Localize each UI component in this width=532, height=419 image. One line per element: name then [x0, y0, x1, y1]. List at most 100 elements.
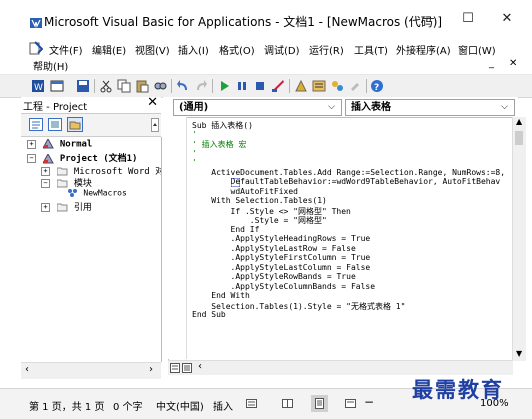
- expand-toggle[interactable]: +: [41, 203, 50, 212]
- project-explorer-header: 工程 - Project ✕: [21, 95, 161, 114]
- menu-format[interactable]: 格式(O): [219, 42, 255, 57]
- project-close-button[interactable]: ✕: [147, 95, 158, 110]
- tree-node-references[interactable]: + 引用: [41, 200, 92, 213]
- scroll-left-icon[interactable]: ‹: [25, 364, 29, 375]
- scroll-left-icon[interactable]: ‹: [198, 361, 202, 372]
- scroll-right-icon[interactable]: ›: [149, 364, 153, 375]
- insert-mode[interactable]: 插入: [213, 398, 233, 413]
- toolbox-icon[interactable]: [348, 79, 362, 93]
- menu-edit[interactable]: 编辑(E): [92, 42, 126, 57]
- collapse-toggle[interactable]: −: [27, 154, 36, 163]
- view-code-icon[interactable]: [29, 118, 43, 131]
- break-icon[interactable]: [235, 79, 249, 93]
- code-margin: [168, 117, 187, 359]
- object-combo-value: (通用): [179, 102, 209, 113]
- menu-debug[interactable]: 调试(D): [264, 42, 300, 57]
- redo-icon[interactable]: [194, 79, 208, 93]
- code-line[interactable]: ActiveDocument.Tables.Add Range:=Selecti…: [192, 168, 510, 177]
- folder-open-icon: [56, 179, 68, 188]
- collapse-toggle[interactable]: −: [41, 179, 50, 188]
- object-combo[interactable]: (通用) ⌵: [173, 99, 342, 116]
- view-word-icon[interactable]: W: [31, 79, 45, 93]
- toggle-folders-icon[interactable]: [67, 117, 83, 132]
- tree-node-newmacros[interactable]: NewMacros: [67, 188, 127, 199]
- code-line[interactable]: .ApplyStyleLastColumn = False: [192, 263, 371, 272]
- read-mode-icon[interactable]: [282, 398, 293, 409]
- reset-icon[interactable]: [253, 79, 267, 93]
- zoom-out-button[interactable]: −: [364, 395, 374, 409]
- minimize-button[interactable]: —: [418, 10, 438, 28]
- code-line[interactable]: End If: [192, 225, 260, 234]
- insert-userform-icon[interactable]: [50, 79, 64, 93]
- full-module-view-icon[interactable]: [182, 363, 192, 373]
- close-button[interactable]: ✕: [497, 10, 517, 28]
- code-line[interactable]: .ApplyStyleRowBands = True: [192, 272, 356, 281]
- project-hscrollbar[interactable]: ‹ ›: [21, 362, 161, 379]
- code-line[interactable]: .ApplyStyleColumnBands = False: [192, 282, 376, 291]
- save-icon[interactable]: [76, 79, 90, 93]
- word-count: 0 个字: [113, 402, 143, 413]
- expand-toggle[interactable]: +: [27, 139, 36, 149]
- code-line[interactable]: ' 插入表格 宏: [192, 139, 246, 150]
- language-indicator[interactable]: 中文(中国): [156, 398, 204, 413]
- procedure-view-icon[interactable]: [170, 363, 180, 373]
- tree-node-normal[interactable]: + Normal: [27, 137, 92, 150]
- scroll-up-icon[interactable]: [151, 118, 159, 132]
- code-line[interactable]: With Selection.Tables(1): [192, 196, 327, 205]
- expand-toggle[interactable]: +: [41, 167, 50, 176]
- toolbar-separator: [171, 79, 172, 93]
- standard-toolbar: W ?: [0, 74, 532, 98]
- code-line[interactable]: End Sub: [192, 310, 226, 319]
- undo-icon[interactable]: [176, 79, 190, 93]
- code-vscrollbar[interactable]: ▲ ▼: [512, 117, 526, 361]
- copy-icon[interactable]: [117, 79, 131, 93]
- word-doc-icon[interactable]: [29, 41, 43, 55]
- menu-view[interactable]: 视图(V): [135, 42, 170, 57]
- maximize-button[interactable]: ☐: [458, 10, 478, 28]
- cut-icon[interactable]: [99, 79, 113, 93]
- menu-bar: 文件(F) 编辑(E) 视图(V) 插入(I) 格式(O) 调试(D) 运行(R…: [0, 38, 532, 73]
- view-object-icon[interactable]: [48, 118, 62, 131]
- code-line[interactable]: .ApplyStyleHeadingRows = True: [192, 234, 371, 243]
- code-line[interactable]: End With: [192, 291, 250, 300]
- menu-insert[interactable]: 插入(I): [178, 42, 209, 57]
- menu-file[interactable]: 文件(F): [49, 42, 83, 57]
- code-line[interactable]: .ApplyStyleLastRow = False: [192, 244, 356, 253]
- properties-window-icon[interactable]: [312, 79, 326, 93]
- macro-record-icon[interactable]: [246, 398, 257, 409]
- code-line[interactable]: ': [192, 149, 197, 158]
- mdi-close-button[interactable]: ✕: [509, 58, 517, 69]
- run-icon[interactable]: [217, 79, 231, 93]
- module-icon: [68, 189, 77, 197]
- procedure-combo-value: 插入表格: [351, 102, 391, 113]
- menu-help[interactable]: 帮助(H): [33, 58, 68, 73]
- find-icon[interactable]: [153, 79, 167, 93]
- paste-icon[interactable]: [135, 79, 149, 93]
- mdi-minimize-button[interactable]: _: [489, 58, 494, 69]
- code-hscrollbar[interactable]: ‹: [168, 360, 513, 375]
- help-icon[interactable]: ?: [370, 79, 384, 93]
- design-mode-icon[interactable]: [271, 79, 285, 93]
- menu-run[interactable]: 运行(R): [309, 42, 344, 57]
- project-tree: + Normal − Project (文档1) + Microsoft Wor…: [21, 137, 162, 362]
- project-explorer-icon[interactable]: [294, 79, 308, 93]
- code-line[interactable]: ': [192, 158, 197, 167]
- code-line[interactable]: .ApplyStyleFirstColumn = True: [192, 253, 371, 262]
- code-line[interactable]: ': [192, 130, 197, 139]
- code-line[interactable]: Sub 插入表格(): [192, 120, 253, 131]
- text-cursor-icon: [231, 178, 240, 187]
- menu-tools[interactable]: 工具(T): [354, 42, 388, 57]
- tree-node-label: Project (文档1): [59, 154, 138, 164]
- scroll-up-icon[interactable]: ▲: [516, 117, 522, 126]
- scroll-thumb[interactable]: [515, 131, 523, 145]
- scroll-down-icon[interactable]: ▼: [516, 349, 522, 358]
- web-layout-icon[interactable]: [345, 398, 356, 409]
- tree-node-project[interactable]: − Project (文档1): [27, 151, 137, 164]
- menu-window[interactable]: 窗口(W): [458, 42, 496, 57]
- code-line[interactable]: wdAutoFitFixed: [192, 187, 298, 196]
- object-browser-icon[interactable]: [330, 79, 344, 93]
- vba-project-icon: [42, 152, 55, 163]
- menu-addins[interactable]: 外接程序(A): [396, 42, 451, 57]
- procedure-combo[interactable]: 插入表格 ⌵: [345, 99, 515, 116]
- print-layout-button[interactable]: [311, 395, 328, 412]
